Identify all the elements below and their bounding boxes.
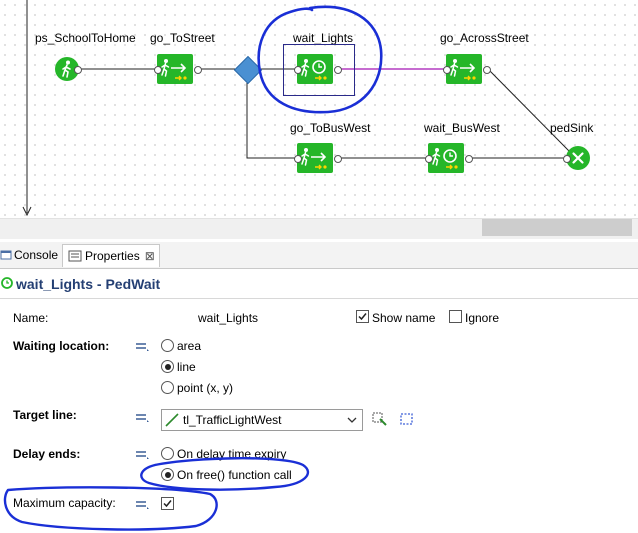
pedgoto-icon — [161, 59, 187, 81]
name-label: Name: — [13, 311, 49, 325]
chevron-down-icon — [347, 417, 357, 423]
port-in — [563, 155, 571, 163]
tab-console-label: Console — [14, 248, 59, 262]
port-out — [465, 155, 473, 163]
node-go-tobuswest[interactable] — [297, 143, 333, 173]
node-wait-buswest[interactable] — [428, 143, 464, 173]
console-icon — [0, 250, 12, 260]
port-in — [443, 66, 451, 74]
checkmark-icon — [358, 313, 367, 321]
show-in-graph-icon[interactable] — [399, 411, 415, 427]
node-label-go-acrossstreet: go_AcrossStreet — [440, 31, 529, 45]
select-on-canvas-icon[interactable] — [372, 411, 388, 427]
node-label-go-tostreet: go_ToStreet — [150, 31, 215, 45]
name-field[interactable]: wait_Lights — [198, 311, 258, 325]
radio-area[interactable] — [161, 339, 174, 352]
tab-properties-label: Properties — [85, 249, 140, 263]
port-in — [425, 155, 433, 163]
delay-ends-label: Delay ends: — [13, 447, 81, 461]
pedgoto-icon — [301, 148, 327, 170]
node-label-go-tobuswest: go_ToBusWest — [290, 121, 371, 135]
node-label-ps-schooltohome: ps_SchoolToHome — [35, 31, 136, 45]
radio-line[interactable] — [161, 360, 174, 373]
target-line-label: Target line: — [13, 408, 77, 422]
port-in — [294, 155, 302, 163]
node-go-acrossstreet[interactable] — [446, 54, 482, 84]
target-line-dropdown[interactable]: tl_TrafficLightWest — [161, 409, 363, 431]
radio-point[interactable] — [161, 381, 174, 394]
properties-title: wait_Lights - PedWait — [16, 276, 161, 292]
properties-icon — [68, 250, 82, 262]
tab-console[interactable]: Console — [0, 244, 60, 266]
annotation-ellipse-max-capacity — [3, 486, 218, 531]
pedwait-icon — [432, 148, 458, 170]
pedgoto-icon — [450, 59, 476, 81]
show-name-label: Show name — [372, 311, 436, 325]
node-go-tostreet[interactable] — [157, 54, 193, 84]
flowchart-canvas[interactable]: ps_SchoolToHome go_ToStreet wait_Lights … — [0, 0, 638, 239]
radio-point-label: point (x, y) — [177, 381, 234, 395]
radio-area-label: area — [177, 339, 202, 353]
radio-line-label: line — [177, 360, 196, 374]
target-line-value: tl_TrafficLightWest — [183, 413, 282, 427]
scrollbar-thumb[interactable] — [482, 219, 632, 236]
node-label-wait-buswest: wait_BusWest — [424, 121, 500, 135]
static-value-icon[interactable] — [136, 413, 150, 423]
target-line-icon — [165, 413, 179, 427]
node-label-pedsink: pedSink — [550, 121, 594, 135]
link-goacross-to-sink — [487, 68, 571, 153]
pedwait-small-icon — [1, 277, 13, 289]
ignore-checkbox[interactable] — [449, 310, 462, 323]
waiting-location-label: Waiting location: — [13, 339, 110, 353]
port-in — [154, 66, 162, 74]
port-out — [334, 155, 342, 163]
close-tab-icon[interactable]: ⊠ — [145, 249, 155, 263]
annotation-circle-wait-lights — [257, 5, 383, 114]
static-value-icon[interactable] — [136, 342, 150, 352]
tab-properties[interactable]: Properties ⊠ — [62, 244, 160, 267]
show-name-checkbox[interactable] — [356, 310, 369, 323]
ignore-label: Ignore — [465, 311, 500, 325]
port-out — [74, 66, 82, 74]
title-separator — [0, 298, 638, 299]
port-out — [194, 66, 202, 74]
port-out — [483, 66, 491, 74]
